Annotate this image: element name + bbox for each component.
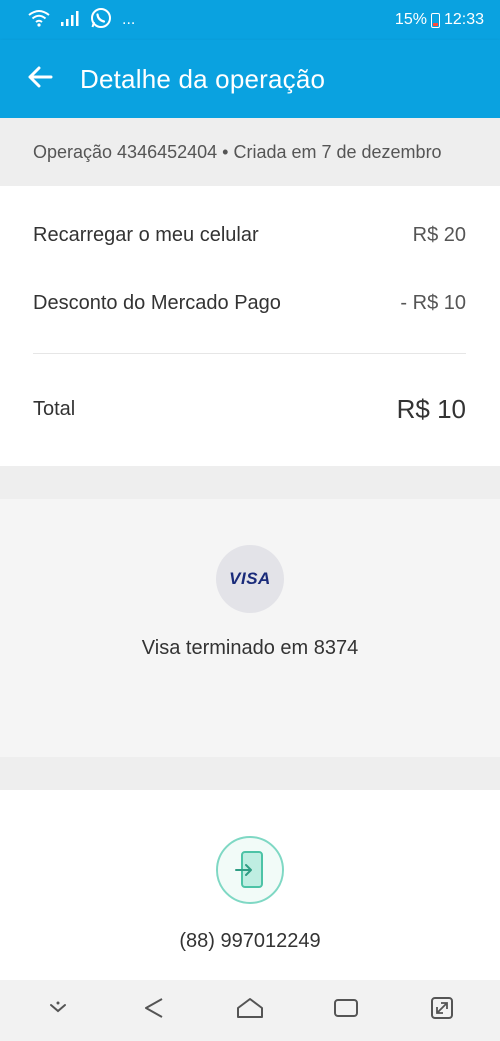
line-item-label: Desconto do Mercado Pago [33,292,281,314]
status-overflow: ... [122,11,136,28]
page-title: Detalhe da operação [80,63,326,94]
back-button[interactable] [0,40,80,118]
battery-icon [430,12,440,28]
card-brand: VISA [229,569,271,588]
nav-expand-button[interactable] [417,986,467,1036]
wifi-icon [28,9,50,32]
status-right: 15% 12:33 [395,11,484,29]
phone-section: (88) 997012249 [0,790,500,980]
expand-icon [430,996,454,1025]
system-nav-bar [0,980,500,1041]
phone-recharge-icon [216,836,284,904]
whatsapp-icon [90,7,112,34]
total-label: Total [33,398,76,420]
nav-recents-button[interactable] [321,986,371,1036]
signal-icon [60,10,80,31]
chevron-down-dot-icon [47,1000,69,1021]
back-triangle-icon [142,996,166,1025]
line-item-label: Recarregar o meu celular [33,224,259,246]
summary-card: Recarregar o meu celular R$ 20 Desconto … [0,186,500,466]
nav-home-button[interactable] [225,986,275,1036]
payment-method-section: VISA Visa terminado em 8374 [0,499,500,757]
card-description: Visa terminado em 8374 [141,637,359,659]
recents-icon [333,997,359,1024]
operation-info: Operação 4346452404 • Criada em 7 de dez… [0,118,500,186]
status-left: ... [28,7,135,34]
visa-logo-icon: VISA [216,545,284,613]
nav-hide-button[interactable] [33,986,83,1036]
arrow-back-icon [27,66,53,93]
home-icon [236,996,264,1025]
nav-back-button[interactable] [129,986,179,1036]
app-bar: Detalhe da operação [0,40,500,118]
clock: 12:33 [443,11,484,28]
total-value: R$ 10 [396,394,466,424]
total-row: Total R$ 10 [33,394,466,425]
divider [33,353,466,354]
line-item-value: - R$ 10 [400,292,466,314]
line-item-discount: Desconto do Mercado Pago - R$ 10 [33,292,466,315]
status-bar: ... 15% 12:33 [0,0,500,40]
line-item-value: R$ 20 [412,224,466,246]
line-item-recharge: Recarregar o meu celular R$ 20 [33,224,466,247]
battery-percent: 15% [394,11,427,28]
phone-number: (88) 997012249 [179,930,321,952]
